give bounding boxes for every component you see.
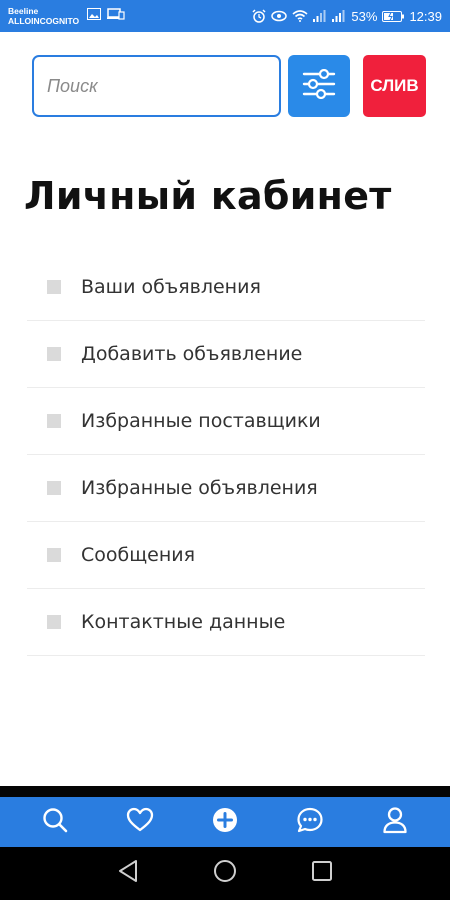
sliders-icon xyxy=(302,68,336,104)
battery-icon xyxy=(382,10,405,22)
alarm-icon xyxy=(252,9,266,23)
nav-add-button[interactable] xyxy=(203,800,247,844)
menu-item-label: Контактные данные xyxy=(81,611,286,633)
sliv-button[interactable]: СЛИВ xyxy=(363,55,426,117)
carrier-line-1: Beeline xyxy=(8,6,39,16)
user-icon xyxy=(382,806,408,839)
menu-item-your-ads[interactable]: Ваши объявления xyxy=(27,254,425,321)
search-box[interactable] xyxy=(32,55,281,117)
menu-item-label: Избранные поставщики xyxy=(81,410,321,432)
bullet-icon xyxy=(47,347,61,361)
home-icon xyxy=(213,859,237,888)
menu-item-label: Ваши объявления xyxy=(81,276,261,298)
carrier-name: Beeline ALLOINCOGNITO xyxy=(8,6,79,26)
wifi-icon xyxy=(292,10,308,22)
battery-percent: 53% xyxy=(351,8,378,24)
filter-button[interactable] xyxy=(288,55,350,117)
menu-item-favorite-suppliers[interactable]: Избранные поставщики xyxy=(27,388,425,455)
bullet-icon xyxy=(47,548,61,562)
sliv-label: СЛИВ xyxy=(370,76,419,95)
bullet-icon xyxy=(47,414,61,428)
bullet-icon xyxy=(47,481,61,495)
clock-time: 12:39 xyxy=(409,8,442,24)
account-menu: Ваши объявления Добавить объявление Избр… xyxy=(27,254,425,656)
nav-messages-button[interactable] xyxy=(288,800,332,844)
menu-item-label: Избранные объявления xyxy=(81,477,318,499)
status-bar: Beeline ALLOINCOGNITO 53% 12:39 xyxy=(0,0,450,32)
menu-item-contact-data[interactable]: Контактные данные xyxy=(27,589,425,656)
system-back-button[interactable] xyxy=(108,854,148,894)
chat-icon xyxy=(296,806,324,839)
menu-item-add-ad[interactable]: Добавить объявление xyxy=(27,321,425,388)
menu-item-label: Добавить объявление xyxy=(81,343,303,365)
menu-item-messages[interactable]: Сообщения xyxy=(27,522,425,589)
bullet-icon xyxy=(47,280,61,294)
image-notification-icon xyxy=(87,7,102,25)
menu-item-label: Сообщения xyxy=(81,544,196,566)
signal-icon-1 xyxy=(313,10,327,22)
search-input[interactable] xyxy=(47,57,279,115)
back-icon xyxy=(117,859,139,888)
divider-strip xyxy=(0,786,450,797)
system-recents-button[interactable] xyxy=(302,854,342,894)
system-home-button[interactable] xyxy=(205,854,245,894)
page-title: Личный кабинет xyxy=(24,174,392,218)
nav-search-button[interactable] xyxy=(33,800,77,844)
eye-icon xyxy=(271,10,288,22)
menu-item-favorite-ads[interactable]: Избранные объявления xyxy=(27,455,425,522)
recents-icon xyxy=(311,860,333,887)
bullet-icon xyxy=(47,615,61,629)
nav-favorites-button[interactable] xyxy=(118,800,162,844)
search-icon xyxy=(41,806,69,839)
nav-profile-button[interactable] xyxy=(373,800,417,844)
signal-icon-2 xyxy=(332,10,346,22)
system-nav-bar xyxy=(0,847,450,900)
carrier-line-2: ALLOINCOGNITO xyxy=(8,16,80,26)
heart-icon xyxy=(126,807,154,838)
bottom-nav xyxy=(0,797,450,847)
add-circle-icon xyxy=(211,806,239,839)
cast-screen-icon xyxy=(107,7,125,25)
